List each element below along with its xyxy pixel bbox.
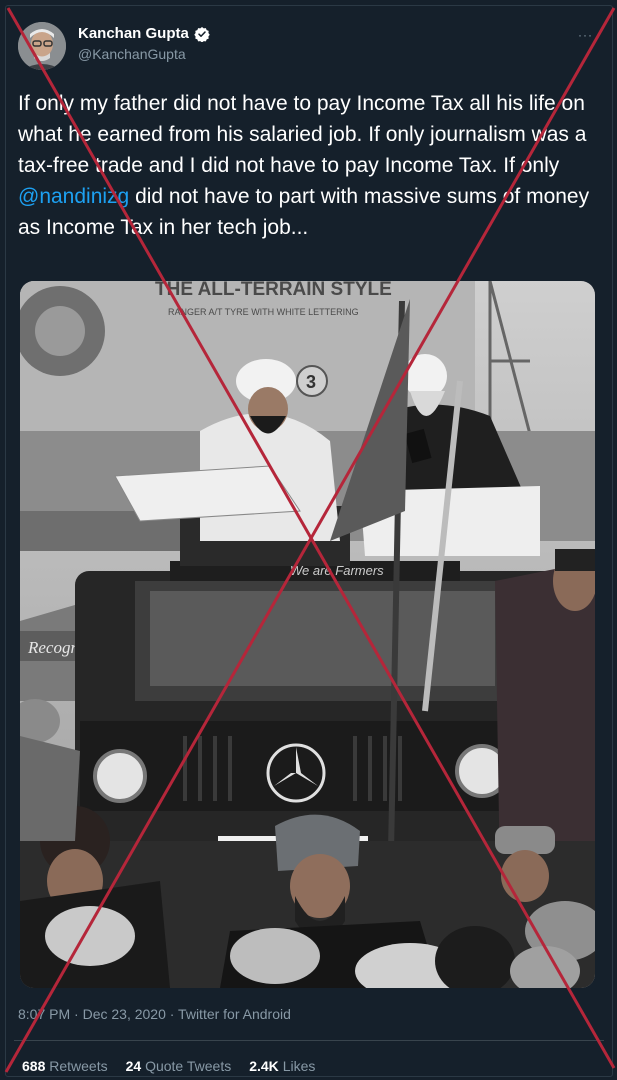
red-cross-overlay xyxy=(4,7,616,1073)
cross-line-2 xyxy=(4,7,616,1073)
